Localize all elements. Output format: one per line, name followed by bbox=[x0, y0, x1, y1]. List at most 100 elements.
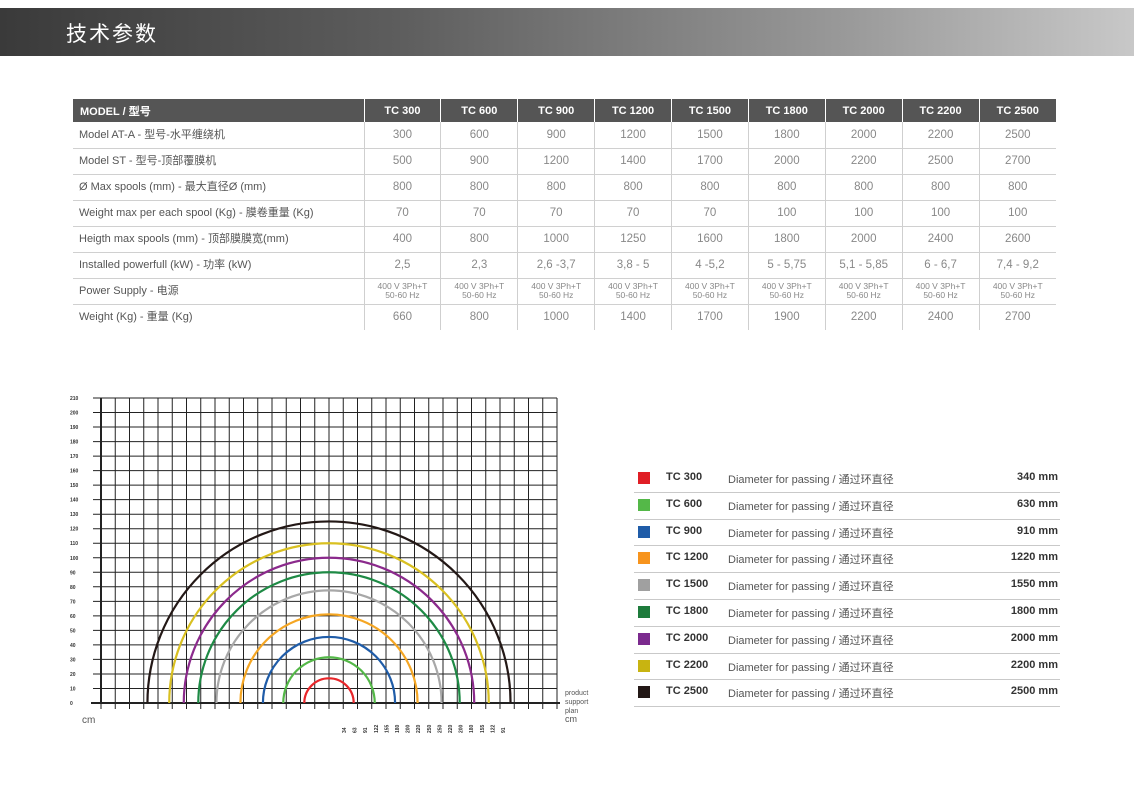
column-header: TC 1200 bbox=[594, 99, 672, 122]
cell-line: 50-60 Hz bbox=[692, 290, 728, 300]
legend-swatch bbox=[638, 579, 650, 592]
table-cell: 1500 bbox=[671, 122, 749, 149]
table-cell: 70 bbox=[440, 200, 518, 227]
table-cell: 400 V 3Ph+T 50-60 Hz bbox=[671, 278, 749, 305]
table-cell: 600 bbox=[440, 122, 518, 149]
y-tick-label: 50 bbox=[70, 628, 76, 634]
x-mark-label: 250 bbox=[427, 724, 433, 733]
legend-model: TC 1500 bbox=[666, 578, 709, 591]
cell-line: 50-60 Hz bbox=[769, 290, 805, 300]
legend-model: TC 600 bbox=[666, 497, 703, 510]
column-header: TC 1500 bbox=[671, 99, 749, 122]
legend-item: TC 1200 Diameter for passing / 通过环直径 1220 … bbox=[634, 546, 1060, 574]
x-mark-label: 220 bbox=[416, 724, 422, 733]
table-cell: 2600 bbox=[978, 226, 1056, 253]
table-cell: 5 - 5,75 bbox=[747, 252, 826, 279]
table-cell: 800 bbox=[440, 304, 518, 330]
column-header: TC 2200 bbox=[901, 99, 979, 122]
x-mark-label: 34 bbox=[342, 727, 348, 733]
y-tick-label: 150 bbox=[70, 483, 79, 489]
legend-item: TC 2200 Diameter for passing / 通过环直径 2200 … bbox=[634, 654, 1060, 681]
row-label: Weight (Kg) - 重量 (Kg) bbox=[79, 311, 193, 324]
x-mark-label: 91 bbox=[363, 727, 369, 733]
column-header: TC 2500 bbox=[978, 99, 1056, 122]
x-mark-label: 250 bbox=[437, 724, 443, 733]
table-cell: 800 bbox=[440, 174, 518, 201]
table-cell: 6 - 6,7 bbox=[901, 252, 979, 279]
table-cell: 800 bbox=[517, 174, 595, 201]
legend-item: TC 900 Diameter for passing / 通过环直径 910 mm bbox=[634, 520, 1060, 547]
x-mark-label: 91 bbox=[501, 727, 507, 733]
table-cell: 400 V 3Ph+T 50-60 Hz bbox=[747, 278, 826, 305]
table-cell: 800 bbox=[824, 174, 903, 201]
table-row: Heigth max spools (mm) - 顶部膜膜宽(mm) 400 800… bbox=[73, 226, 1056, 253]
table-cell: 2,6 -3,7 bbox=[517, 252, 595, 279]
table-cell: 2500 bbox=[901, 148, 979, 175]
table-cell: 70 bbox=[671, 200, 749, 227]
plane-label: support bbox=[565, 699, 588, 706]
title-bar: 技术参数 bbox=[0, 8, 1134, 56]
cell-line: 50-60 Hz bbox=[615, 290, 651, 300]
legend-value: 630 mm bbox=[1017, 497, 1058, 510]
table-row: Ø Max spools (mm) - 最大直径Ø (mm) 800 800 800 8… bbox=[73, 174, 1056, 201]
column-header: TC 600 bbox=[440, 99, 518, 122]
cell-line: 50-60 Hz bbox=[846, 290, 881, 300]
legend-model: TC 2000 bbox=[666, 631, 709, 644]
legend-swatch bbox=[638, 659, 650, 672]
table-cell: 4 -5,2 bbox=[671, 252, 749, 279]
table-cell: 800 bbox=[901, 174, 979, 201]
table-cell: 1900 bbox=[747, 304, 826, 330]
legend-value: 1220 mm bbox=[1010, 551, 1058, 564]
table-cell: 70 bbox=[594, 200, 672, 227]
legend-model: TC 1800 bbox=[666, 604, 709, 617]
y-tick-label: 30 bbox=[70, 657, 76, 663]
x-mark-label: 200 bbox=[459, 724, 465, 733]
legend-item: TC 600 Diameter for passing / 通过环直径 630 mm bbox=[634, 493, 1060, 520]
legend-description: Diameter for passing / 通过环直径 bbox=[728, 474, 894, 486]
y-tick-label: 110 bbox=[70, 541, 78, 547]
row-label: Model AT-A - 型号-水平缠绕机 bbox=[73, 122, 364, 149]
legend-description: Diameter for passing / 通过环直径 bbox=[728, 500, 894, 513]
table-row: Power Supply - 电源 400 V 3Ph+T 50-60 Hz 400 … bbox=[73, 278, 1056, 305]
diameter-diagram: 0 10 20 30 40 50 60 70 80 90 100 110 120 130 140 150 160… bbox=[70, 396, 588, 733]
x-mark-label: 155 bbox=[384, 724, 390, 733]
table-header-row: MODEL / 型号 TC 300 TC 600 TC 900 TC 1200 … bbox=[73, 99, 1056, 122]
table-cell: 660 bbox=[363, 304, 441, 330]
y-tick-label: 170 bbox=[70, 454, 79, 460]
y-tick-label: 160 bbox=[70, 469, 79, 475]
diameter-legend: TC 300 Diameter for passing / 通过环直径 340 mm… bbox=[634, 466, 1060, 708]
y-tick-label: 20 bbox=[70, 672, 76, 678]
x-mark-label: 220 bbox=[448, 724, 454, 733]
table-cell: 2400 bbox=[901, 226, 979, 253]
plane-label: product bbox=[565, 690, 588, 697]
column-header: TC 2000 bbox=[824, 99, 903, 122]
column-header: MODEL / 型号 bbox=[73, 99, 364, 122]
legend-item: TC 2500 Diameter for passing / 通过环直径 2500 … bbox=[634, 680, 1060, 708]
legend-model: TC 300 bbox=[666, 471, 703, 483]
table-cell: 100 bbox=[901, 200, 979, 227]
legend-swatch bbox=[638, 686, 650, 699]
table-cell: 400 V 3Ph+T 50-60 Hz bbox=[440, 278, 518, 305]
table-cell: 1200 bbox=[594, 122, 672, 149]
column-header: TC 1800 bbox=[747, 99, 826, 122]
cell-line: 50-60 Hz bbox=[538, 290, 574, 300]
y-tick-label: 40 bbox=[70, 643, 76, 649]
table-cell: 2000 bbox=[824, 226, 903, 253]
table-cell: 2700 bbox=[978, 304, 1056, 330]
plane-label: cm bbox=[565, 714, 577, 724]
table-cell: 100 bbox=[978, 200, 1056, 227]
table-cell: 1800 bbox=[747, 226, 826, 253]
legend-swatch bbox=[638, 605, 650, 618]
column-header: TC 900 bbox=[517, 99, 595, 122]
y-tick-label: 90 bbox=[70, 570, 76, 576]
table-row: Installed powerfull (kW) - 功率 (kW) 2,5 2,3… bbox=[73, 252, 1056, 279]
table-cell: 800 bbox=[363, 174, 441, 201]
y-tick-label: 190 bbox=[70, 425, 79, 431]
legend-swatch bbox=[638, 498, 650, 511]
unit-label: cm bbox=[82, 715, 95, 726]
table-cell: 1700 bbox=[671, 304, 749, 330]
row-label: Model ST - 型号-顶部覆膜机 bbox=[73, 148, 364, 175]
table-row: Weight max per each spool (Kg) - 膜卷重量 (K… bbox=[73, 200, 1056, 227]
legend-description: Diameter for passing / 通过环直径 bbox=[728, 581, 894, 594]
legend-swatch bbox=[638, 472, 650, 484]
